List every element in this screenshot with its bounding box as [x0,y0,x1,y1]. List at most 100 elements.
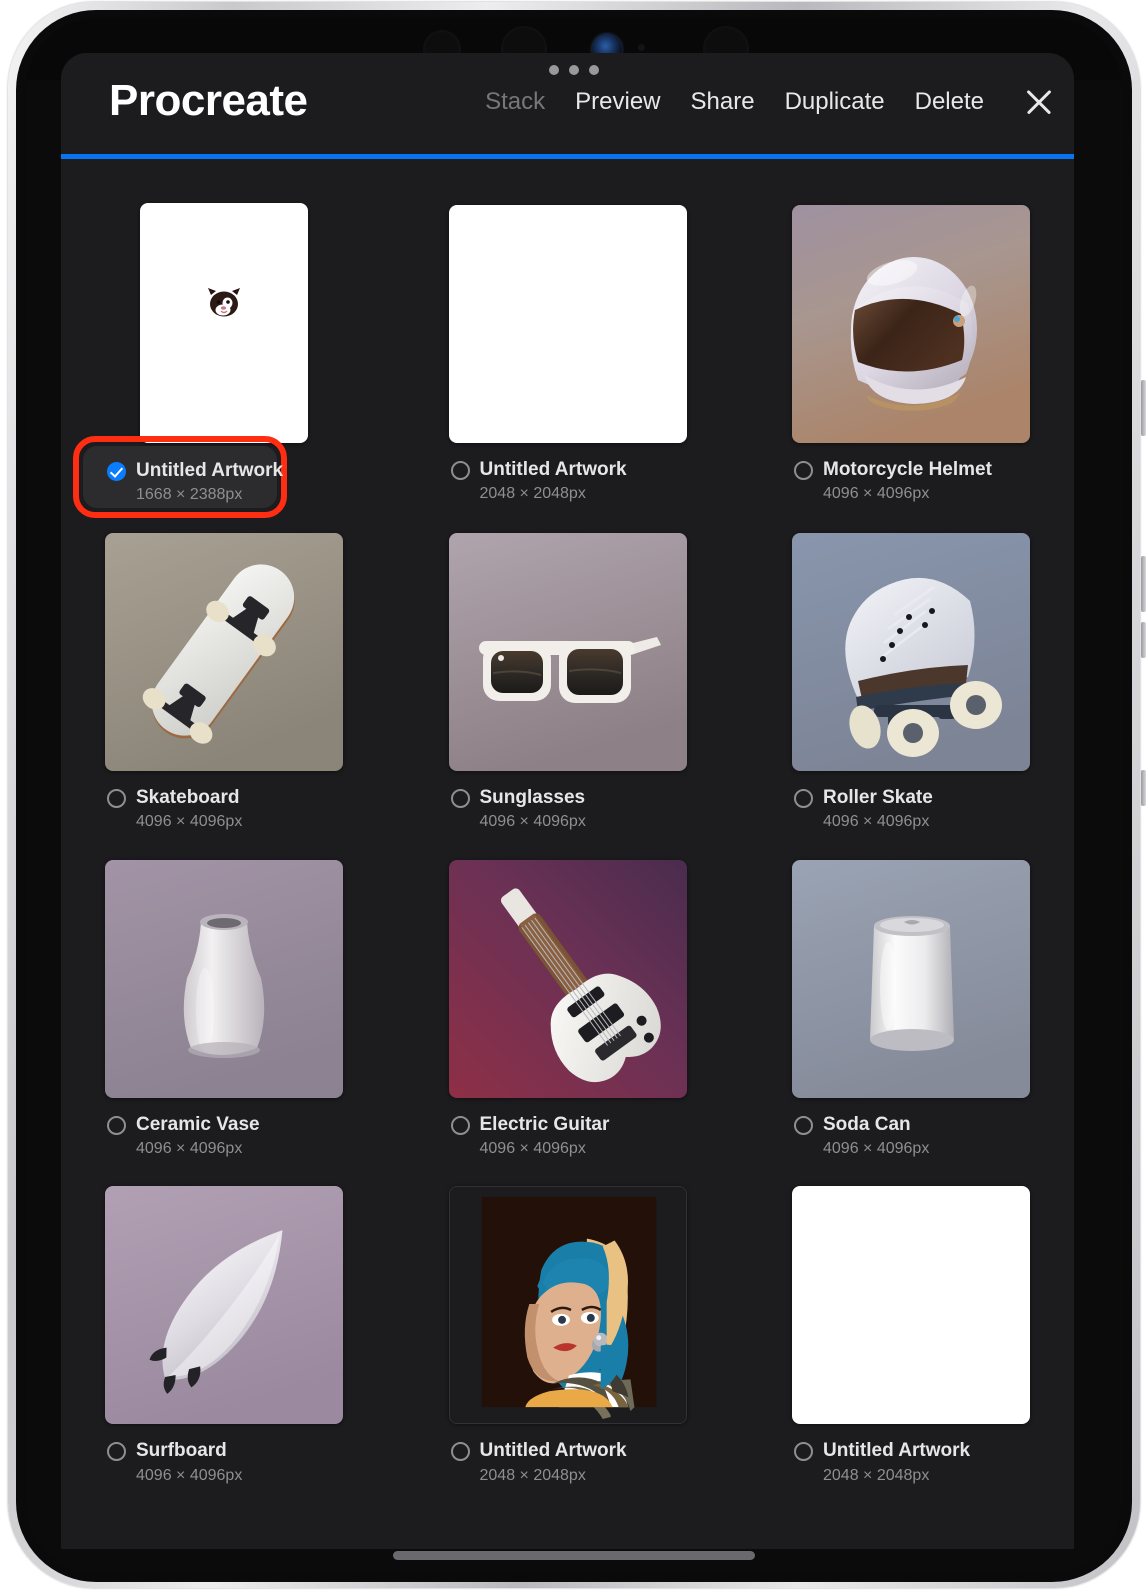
multitask-dot-1-icon [549,65,559,75]
artwork-name: Skateboard [136,786,240,808]
artwork-name: Untitled Artwork [823,1440,971,1462]
artwork-checkbox[interactable] [794,461,813,480]
artwork-thumbnail[interactable] [448,205,687,443]
artwork-dimensions: 2048 × 2048px [823,1466,930,1484]
artwork-thumbnail[interactable] [792,1186,1030,1425]
artwork-thumbnail[interactable] [105,532,343,771]
preview-button[interactable]: Preview [575,88,660,116]
smart-connector-2 [1141,770,1146,806]
ambient-sensor-icon [638,44,645,51]
smart-connector-1 [1141,622,1146,658]
artwork-name: Ceramic Vase [136,1113,260,1135]
duplicate-button[interactable]: Duplicate [785,88,885,116]
app-title: Procreate [109,75,308,125]
artwork-thumbnail[interactable] [448,532,687,771]
artwork-checkbox[interactable] [107,1442,126,1462]
artwork-meta[interactable]: Roller Skate 4096 × 4096px [792,771,1030,833]
electric-guitar-artwork [448,859,687,1098]
artwork-thumbnail-box[interactable] [792,1184,1030,1425]
artwork-thumbnail-box[interactable] [792,858,1030,1098]
artwork-thumbnail[interactable] [792,532,1030,771]
share-button[interactable]: Share [691,88,755,116]
delete-button[interactable]: Delete [915,88,984,116]
artwork-cell[interactable]: Ceramic Vase 4096 × 4096px [105,858,343,1160]
artwork-dimensions: 4096 × 4096px [136,1466,243,1484]
artwork-checkbox[interactable] [450,1442,470,1462]
artwork-thumbnail-box[interactable] [105,1184,343,1425]
artwork-thumbnail-box[interactable] [448,531,687,771]
artwork-cell[interactable]: Soda Can 4096 × 4096px [792,858,1030,1160]
artwork-meta[interactable]: Untitled Artwork 2048 × 2048px [792,1424,1030,1486]
device-screen: Procreate Stack Preview Share Duplicate … [26,18,1122,1574]
volume-down-button[interactable] [1141,556,1146,612]
artwork-cell[interactable]: Skateboard 4096 × 4096px [105,531,343,833]
artwork-meta-selected[interactable]: Untitled Artwork 1668 × 2388px [73,436,343,518]
artwork-checkbox[interactable] [794,1442,813,1462]
artwork-cell[interactable]: Sunglasses 4096 × 4096px [448,531,687,833]
artwork-cell[interactable]: Untitled Artwork 2048 × 2048px [448,1184,687,1486]
artwork-thumbnail-box[interactable] [105,858,343,1098]
artwork-dimensions: 1668 × 2388px [136,486,243,504]
artwork-meta[interactable]: Untitled Artwork 2048 × 2048px [449,1424,687,1486]
artwork-thumbnail-box[interactable] [105,203,343,443]
artwork-checkbox[interactable] [794,788,813,808]
artwork-thumbnail-box[interactable] [448,203,687,443]
artwork-meta[interactable]: Surfboard 4096 × 4096px [105,1424,343,1486]
stack-button[interactable]: Stack [485,88,545,116]
artwork-thumbnail-box[interactable] [448,1184,687,1425]
artwork-cell[interactable]: Motorcycle Helmet 4096 × 4096px [792,203,1030,506]
multitask-dot-2-icon [569,65,579,75]
artwork-thumbnail[interactable] [792,859,1030,1098]
multitasking-indicator[interactable] [549,65,599,75]
artwork-name: Electric Guitar [479,1113,610,1135]
artwork-meta[interactable]: Skateboard 4096 × 4096px [105,771,343,833]
artwork-meta[interactable]: Soda Can 4096 × 4096px [792,1098,1030,1160]
artwork-cell[interactable]: Surfboard 4096 × 4096px [105,1184,343,1486]
artwork-meta[interactable]: Ceramic Vase 4096 × 4096px [105,1098,343,1160]
artwork-cell[interactable]: Untitled Artwork 2048 × 2048px [448,203,687,506]
artwork-cell[interactable]: Roller Skate 4096 × 4096px [792,531,1030,833]
artwork-checkbox[interactable] [450,461,470,480]
artwork-thumbnail[interactable] [105,1186,343,1425]
dog-sketch-artwork [140,203,308,443]
artwork-cell[interactable]: Electric Guitar 4096 × 4096px [448,858,687,1160]
surfboard-artwork [105,1186,343,1425]
sunglasses-artwork [448,532,687,771]
artwork-thumbnail[interactable] [448,859,687,1098]
artwork-checkbox[interactable] [107,1115,126,1135]
artwork-meta[interactable]: Motorcycle Helmet 4096 × 4096px [792,443,1030,505]
artwork-thumbnail-box[interactable] [105,531,343,771]
artwork-dimensions: 2048 × 2048px [479,485,586,503]
artwork-thumbnail-box[interactable] [448,858,687,1098]
artwork-meta[interactable]: Electric Guitar 4096 × 4096px [449,1098,687,1160]
blank-canvas-artwork [448,205,687,443]
artwork-cell[interactable]: Untitled Artwork 1668 × 2388px [73,203,343,518]
artwork-cell[interactable]: Untitled Artwork 2048 × 2048px [792,1184,1030,1486]
artwork-meta[interactable]: Untitled Artwork 2048 × 2048px [449,443,687,505]
skateboard-artwork [105,532,343,771]
artwork-dimensions: 4096 × 4096px [479,1139,586,1157]
artwork-checkbox[interactable] [794,1115,813,1135]
artwork-checkbox[interactable] [107,788,126,808]
artwork-thumbnail-box[interactable] [792,531,1030,771]
artwork-dimensions: 4096 × 4096px [823,1139,930,1157]
close-icon[interactable] [1022,85,1056,119]
artwork-thumbnail-box[interactable] [792,203,1030,443]
artwork-name: Soda Can [823,1113,911,1135]
artwork-thumbnail[interactable] [448,1186,687,1425]
artwork-thumbnail[interactable] [792,205,1030,443]
roller-skate-artwork [792,532,1030,771]
home-indicator[interactable] [393,1551,755,1560]
artwork-meta[interactable]: Sunglasses 4096 × 4096px [449,771,687,833]
artwork-checkbox[interactable] [450,788,470,808]
artwork-thumbnail[interactable] [105,859,343,1098]
header-action-bar: Stack Preview Share Duplicate Delete [485,85,1056,123]
artwork-thumbnail[interactable] [140,203,308,443]
artwork-dimensions: 2048 × 2048px [479,1466,586,1484]
artwork-name: Surfboard [136,1440,227,1462]
artwork-checkbox-checked[interactable] [107,462,126,481]
soda-can-artwork [792,859,1030,1098]
artwork-checkbox[interactable] [450,1115,470,1135]
artwork-grid: Untitled Artwork 1668 × 2388px Untitled … [73,203,1030,1511]
volume-up-button[interactable] [1141,380,1146,436]
